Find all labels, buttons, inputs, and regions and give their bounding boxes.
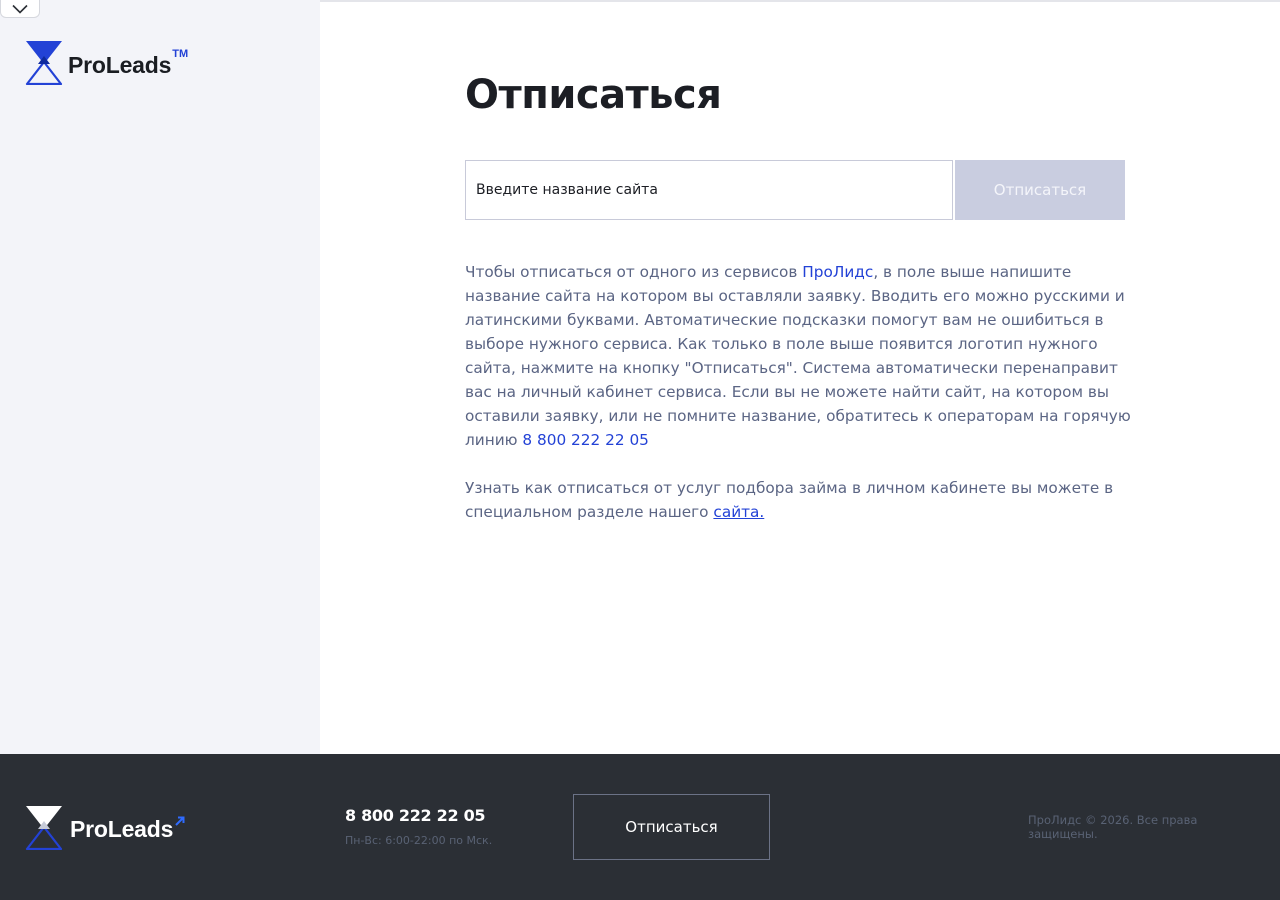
instructions-paragraph-2: Узнать как отписаться от услуг подбора з… xyxy=(465,476,1145,524)
instructions-paragraph-1: Чтобы отписаться от одного из сервисов П… xyxy=(465,260,1145,452)
footer-brand-logo[interactable]: ProLeads xyxy=(25,805,185,854)
prolids-link[interactable]: ПроЛидс xyxy=(802,263,873,281)
unsubscribe-button[interactable]: Отписаться xyxy=(955,160,1125,220)
instructions-text-cont: , в поле выше напишите название сайта на… xyxy=(465,263,1131,449)
footer-copyright: ПроЛидс © 2026. Все права защищены. xyxy=(1028,813,1198,841)
sidebar: ProLeads TM xyxy=(0,0,320,754)
arrow-up-right-icon xyxy=(175,811,185,830)
proleads-logo-icon xyxy=(25,805,63,854)
trademark-sign: TM xyxy=(172,47,189,60)
page: ProLeads TM Отписаться Отписаться Чтобы … xyxy=(0,0,1280,900)
brand-name: ProLeads xyxy=(68,51,172,78)
footer-phone[interactable]: 8 800 222 22 05 xyxy=(345,806,486,825)
hotline-phone-link[interactable]: 8 800 222 22 05 xyxy=(522,431,649,449)
footer-unsubscribe-button[interactable]: Отписаться xyxy=(573,794,770,860)
page-title: Отписаться xyxy=(465,72,722,118)
footer-hours: Пн-Вс: 6:00-22:00 по Мск. xyxy=(345,834,493,847)
proleads-logo-icon xyxy=(25,40,63,89)
instructions-text: Чтобы отписаться от одного из сервисов xyxy=(465,263,803,281)
footer-brand-name: ProLeads xyxy=(70,816,174,842)
collapse-toggle[interactable] xyxy=(0,0,40,18)
brand-logo[interactable]: ProLeads TM xyxy=(25,40,188,89)
chevron-down-icon xyxy=(12,0,28,18)
site-link[interactable]: сайта. xyxy=(713,503,764,521)
instructions: Чтобы отписаться от одного из сервисов П… xyxy=(465,260,1145,524)
instructions-text-2: Узнать как отписаться от услуг подбора з… xyxy=(465,479,1114,521)
footer: ProLeads 8 800 222 22 05 Пн-Вс: 6:00-22:… xyxy=(0,754,1280,900)
site-name-input[interactable] xyxy=(465,160,953,220)
